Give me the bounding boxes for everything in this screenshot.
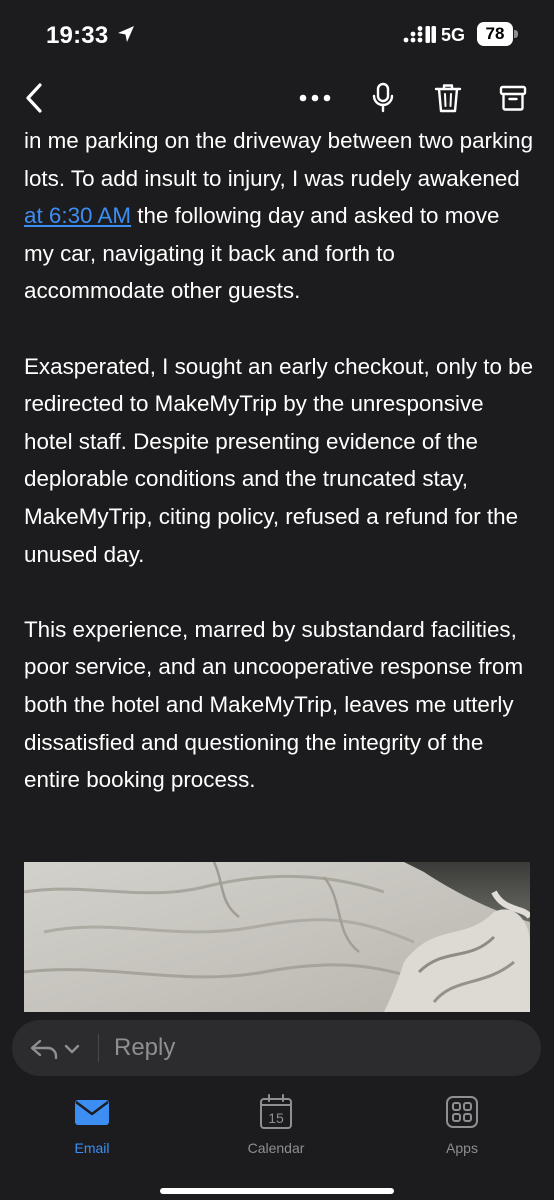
reply-arrow-dropdown-icon[interactable] bbox=[28, 1034, 84, 1064]
tab-apps-label: Apps bbox=[446, 1140, 478, 1156]
trash-icon bbox=[434, 84, 462, 113]
calendar-icon: 15 bbox=[260, 1094, 292, 1129]
archive-button[interactable] bbox=[495, 80, 531, 116]
message-toolbar bbox=[0, 68, 554, 130]
calendar-day: 15 bbox=[268, 1110, 284, 1126]
body-paragraph-3: This experience, marred by substandard f… bbox=[24, 616, 524, 793]
archive-box-icon bbox=[499, 85, 527, 111]
reply-bar: Reply bbox=[0, 1012, 554, 1082]
battery-percent: 78 bbox=[485, 24, 505, 43]
network-type: 5G bbox=[441, 25, 466, 45]
date-time-link[interactable]: at 6:30 AM bbox=[24, 203, 131, 228]
email-reader-screen: 19:33 5G 78 in me parking on the drivewa… bbox=[0, 0, 554, 1200]
cellular-signal-icon bbox=[403, 26, 436, 43]
reply-divider bbox=[98, 1034, 99, 1062]
home-indicator[interactable] bbox=[160, 1188, 394, 1194]
delete-button[interactable] bbox=[430, 80, 466, 116]
chevron-left-icon bbox=[26, 83, 42, 113]
tab-email[interactable]: Email bbox=[32, 1092, 152, 1156]
back-button[interactable] bbox=[16, 80, 52, 116]
body-paragraph-1: in me parking on the driveway between tw… bbox=[24, 122, 534, 310]
battery-nub bbox=[514, 30, 518, 38]
tab-calendar-label: Calendar bbox=[247, 1140, 305, 1156]
tab-email-label: Email bbox=[74, 1140, 110, 1156]
body-paragraph-1-start: in me parking on the driveway between tw… bbox=[24, 128, 534, 191]
location-arrow-icon bbox=[118, 26, 134, 42]
apps-grid-icon bbox=[446, 1096, 478, 1128]
bed-sheet-image bbox=[24, 862, 530, 1012]
more-options-button[interactable] bbox=[297, 80, 333, 116]
tab-calendar[interactable]: 15 Calendar bbox=[216, 1092, 336, 1156]
ellipsis-icon bbox=[299, 94, 331, 102]
status-time: 19:33 bbox=[46, 22, 109, 49]
reply-field[interactable]: Reply bbox=[12, 1020, 541, 1076]
status-bar: 19:33 5G 78 bbox=[0, 0, 554, 68]
envelope-icon bbox=[75, 1100, 109, 1125]
tab-apps[interactable]: Apps bbox=[402, 1092, 522, 1156]
reply-placeholder: Reply bbox=[114, 1034, 176, 1061]
message-body: in me parking on the driveway between tw… bbox=[24, 122, 534, 799]
dictation-button[interactable] bbox=[365, 80, 401, 116]
body-paragraph-2: Exasperated, I sought an early checkout,… bbox=[24, 353, 534, 567]
battery-icon: 78 bbox=[477, 22, 519, 46]
bottom-tab-bar: Email 15 Calendar Apps bbox=[0, 1082, 554, 1200]
microphone-icon bbox=[372, 82, 394, 113]
attached-photo[interactable] bbox=[24, 862, 530, 1012]
